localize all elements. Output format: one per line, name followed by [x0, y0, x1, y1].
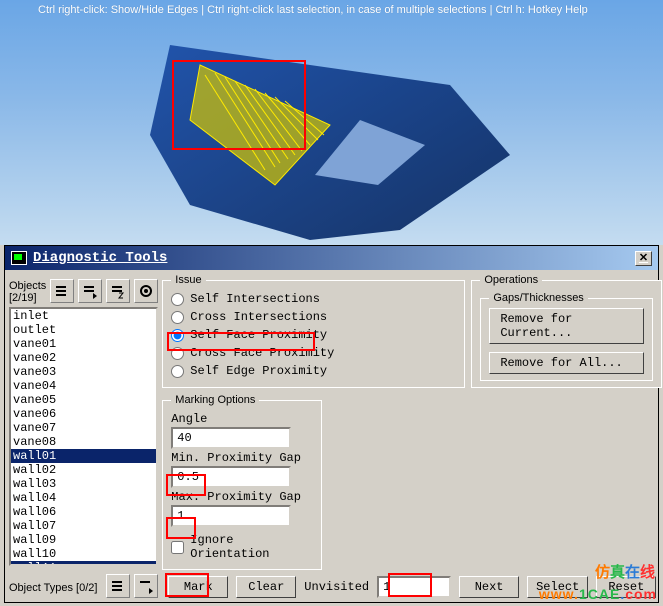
- types-btn-1[interactable]: [106, 574, 130, 598]
- watermark-url: www.1CAE.com: [539, 586, 657, 602]
- list-item[interactable]: wall07: [11, 519, 156, 533]
- hint-bar: Ctrl right-click: Show/Hide Edges | Ctrl…: [0, 0, 663, 16]
- clear-button[interactable]: Clear: [236, 576, 296, 598]
- list-btn-2[interactable]: [78, 279, 102, 303]
- list-item[interactable]: outlet: [11, 323, 156, 337]
- minprox-input[interactable]: [171, 466, 291, 488]
- maxprox-input[interactable]: [171, 505, 291, 527]
- issue-group: Issue Self Intersections Cross Intersect…: [162, 274, 465, 388]
- list-btn-3[interactable]: [106, 279, 130, 303]
- app-icon: [11, 251, 27, 265]
- radio-self-face-proximity[interactable]: Self Face Proximity: [171, 326, 456, 344]
- radio-cross-face-proximity[interactable]: Cross Face Proximity: [171, 344, 456, 362]
- types-btn-2[interactable]: [134, 574, 158, 598]
- gaps-legend: Gaps/Thicknesses: [489, 292, 587, 304]
- minprox-label: Min. Proximity Gap: [171, 449, 313, 466]
- list-item[interactable]: wall02: [11, 463, 156, 477]
- list-item[interactable]: vane06: [11, 407, 156, 421]
- viewport-3d[interactable]: Ctrl right-click: Show/Hide Edges | Ctrl…: [0, 0, 663, 245]
- titlebar: Diagnostic Tools ✕: [5, 246, 658, 270]
- issue-legend: Issue: [171, 274, 205, 286]
- list-item[interactable]: vane03: [11, 365, 156, 379]
- next-button[interactable]: Next: [459, 576, 519, 598]
- list-item[interactable]: wall09: [11, 533, 156, 547]
- operations-group: Operations Gaps/Thicknesses Remove for C…: [471, 274, 662, 388]
- dialog-title: Diagnostic Tools: [33, 250, 167, 266]
- list-item[interactable]: vane01: [11, 337, 156, 351]
- watermark-cn: 仿真在线: [595, 561, 655, 582]
- objects-list[interactable]: inletoutletvane01vane02vane03vane04vane0…: [9, 307, 158, 566]
- mark-button[interactable]: Mark: [168, 576, 228, 598]
- close-button[interactable]: ✕: [635, 251, 652, 266]
- list-item[interactable]: wall03: [11, 477, 156, 491]
- marking-options-group: Marking Options Angle Min. Proximity Gap…: [162, 394, 322, 570]
- list-item[interactable]: wall11: [11, 561, 156, 566]
- objects-label: Objects [2/19]: [9, 280, 46, 304]
- list-item[interactable]: vane07: [11, 421, 156, 435]
- list-item[interactable]: vane08: [11, 435, 156, 449]
- angle-label: Angle: [171, 410, 313, 427]
- unvisited-label: Unvisited: [304, 580, 369, 594]
- list-btn-4[interactable]: [134, 279, 158, 303]
- radio-self-edge-proximity[interactable]: Self Edge Proximity: [171, 362, 456, 380]
- list-item[interactable]: wall10: [11, 547, 156, 561]
- list-item[interactable]: wall04: [11, 491, 156, 505]
- object-types-label: Object Types [0/2]: [9, 582, 97, 594]
- list-btn-1[interactable]: [50, 279, 74, 303]
- list-item[interactable]: wall06: [11, 505, 156, 519]
- diagnostic-tools-dialog: Diagnostic Tools ✕ Objects [2/19] inleto…: [4, 245, 659, 603]
- highlight-box-viewport: [172, 60, 306, 150]
- angle-input[interactable]: [171, 427, 291, 449]
- list-item[interactable]: vane04: [11, 379, 156, 393]
- unvisited-input[interactable]: [377, 576, 451, 598]
- list-item[interactable]: vane02: [11, 351, 156, 365]
- ignore-orientation-check[interactable]: Ignore Orientation: [171, 531, 313, 563]
- operations-legend: Operations: [480, 274, 542, 286]
- radio-cross-intersections[interactable]: Cross Intersections: [171, 308, 456, 326]
- radio-self-intersections[interactable]: Self Intersections: [171, 290, 456, 308]
- list-item[interactable]: wall01: [11, 449, 156, 463]
- list-item[interactable]: inlet: [11, 309, 156, 323]
- marking-legend: Marking Options: [171, 394, 259, 406]
- remove-current-button[interactable]: Remove for Current...: [489, 308, 644, 344]
- list-item[interactable]: vane05: [11, 393, 156, 407]
- maxprox-label: Max. Proximity Gap: [171, 488, 313, 505]
- gaps-group: Gaps/Thicknesses Remove for Current... R…: [480, 292, 653, 381]
- remove-all-button[interactable]: Remove for All...: [489, 352, 644, 374]
